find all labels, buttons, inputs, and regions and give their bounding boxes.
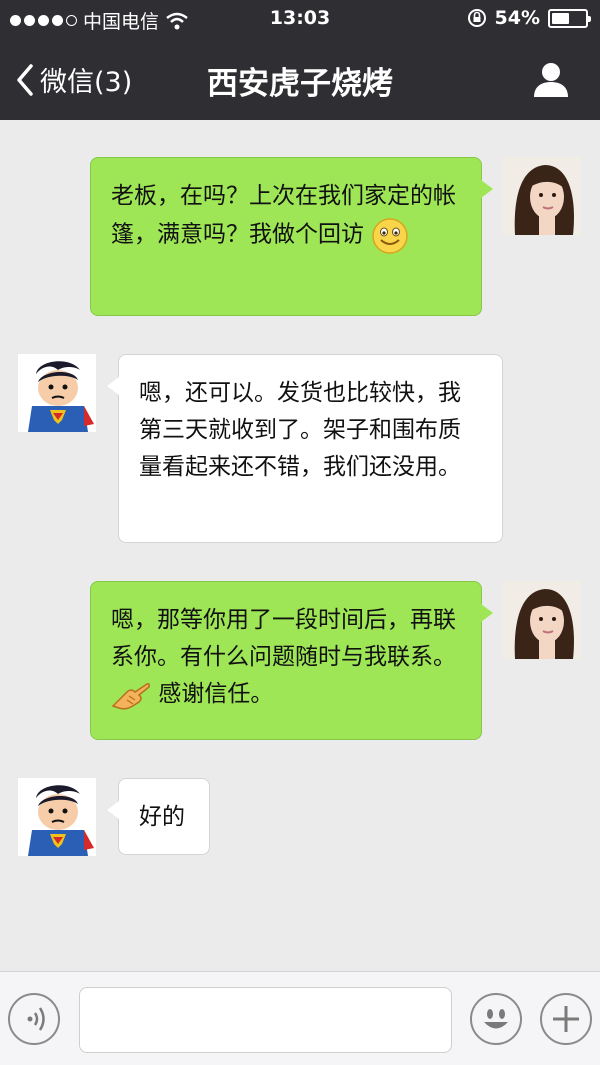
my-avatar[interactable] xyxy=(503,157,581,235)
pointing-hand-emoji-icon xyxy=(111,682,150,710)
rotation-lock-icon xyxy=(467,9,486,27)
message-list[interactable]: 老板，在吗？上次在我们家定的帐篷，满意吗？我做个回访 嗯，还可以。发货也比较快，… xyxy=(0,120,600,971)
battery-percent: 54% xyxy=(494,7,540,29)
chevron-left-icon xyxy=(17,63,33,96)
message-input[interactable] xyxy=(79,987,452,1053)
navigation-bar: 微信(3) 西安虎子烧烤 xyxy=(0,38,600,120)
status-right: 54% xyxy=(467,7,591,29)
message-bubble-received[interactable]: 嗯，还可以。发货也比较快，我第三天就收到了。架子和围布质量看起来还不错，我们还没… xyxy=(107,354,503,543)
message-text: 嗯，那等你用了一段时间后，再联系你。有什么问题随时与我联系。 xyxy=(111,607,456,670)
emoji-button[interactable] xyxy=(470,993,522,1045)
more-button[interactable] xyxy=(540,993,592,1045)
message-bubble-sent[interactable]: 嗯，那等你用了一段时间后，再联系你。有什么问题随时与我联系。 感谢信任。 xyxy=(90,581,493,740)
emoji-icon xyxy=(484,1009,508,1029)
status-bar: 中国电信 13:03 54% xyxy=(0,0,600,38)
voice-icon xyxy=(27,1007,45,1031)
plus-icon xyxy=(553,1006,579,1032)
my-avatar[interactable] xyxy=(503,581,581,659)
back-label: 微信(3) xyxy=(40,67,133,98)
smiley-emoji-icon xyxy=(372,218,409,254)
contact-avatar[interactable] xyxy=(18,778,96,856)
battery-fill xyxy=(552,12,569,24)
battery-icon xyxy=(548,8,591,28)
contact-avatar[interactable] xyxy=(18,354,96,432)
top-header: 中国电信 13:03 54% 微信(3) 西安虎子烧烤 xyxy=(0,0,600,120)
voice-button[interactable] xyxy=(8,993,60,1045)
back-button[interactable]: 微信(3) xyxy=(16,60,132,99)
message-bubble-received[interactable]: 好的 xyxy=(107,778,210,855)
person-icon[interactable] xyxy=(532,60,570,98)
message-text: 嗯，还可以。发货也比较快，我第三天就收到了。架子和围布质量看起来还不错，我们还没… xyxy=(139,380,461,480)
input-toolbar xyxy=(0,971,600,1065)
message-text: 好的 xyxy=(139,804,185,830)
message-bubble-sent[interactable]: 老板，在吗？上次在我们家定的帐篷，满意吗？我做个回访 xyxy=(90,157,493,316)
message-text-suffix: 感谢信任。 xyxy=(158,681,274,707)
